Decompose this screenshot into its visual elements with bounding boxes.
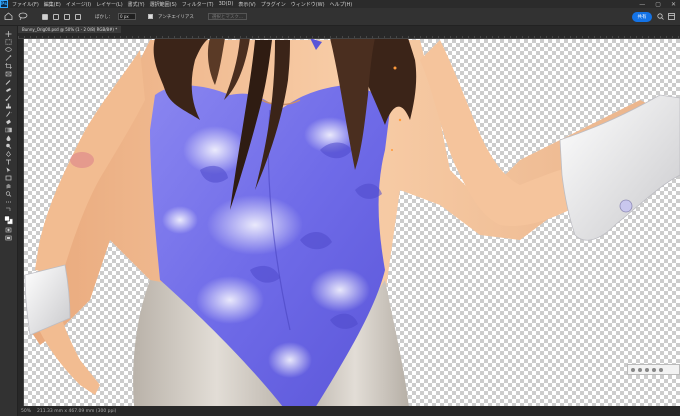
pen-icon[interactable]: [4, 151, 13, 158]
options-bar: ぼかし： 0 px アンチエイリアス 選択とマスク... 共有: [0, 8, 680, 26]
lasso-tool-preset-icon[interactable]: [18, 12, 28, 22]
close-button[interactable]: ✕: [671, 1, 676, 8]
minimize-button[interactable]: —: [639, 1, 645, 8]
feather-input[interactable]: 0 px: [118, 13, 136, 20]
document-tab[interactable]: Bunny_Orig00.psd @ 50% (1 - 2 0/8) RGB/8…: [18, 26, 122, 33]
brush-icon[interactable]: [4, 95, 13, 102]
more-icon[interactable]: [4, 199, 13, 206]
dodge-icon[interactable]: [4, 143, 13, 150]
zoom-level[interactable]: 50%: [21, 409, 31, 414]
menu-file[interactable]: ファイル(F): [12, 1, 39, 8]
search-icon[interactable]: [657, 13, 664, 22]
menu-view[interactable]: 表示(V): [238, 1, 255, 8]
stamp-icon[interactable]: [4, 103, 13, 110]
move-icon[interactable]: [4, 31, 13, 38]
photoshop-logo[interactable]: Ps: [0, 0, 8, 8]
menu-filter[interactable]: フィルター(T): [182, 1, 214, 8]
status-bar: 50% 211.33 mm x 467.09 mm (300 ppi): [18, 406, 680, 416]
document-canvas[interactable]: [24, 39, 680, 406]
artwork-illustration: [24, 39, 680, 406]
menu-select[interactable]: 選択範囲(S): [150, 1, 177, 8]
taskbar-option-icon[interactable]: [645, 367, 649, 372]
eraser-icon[interactable]: [4, 119, 13, 126]
new-selection-icon[interactable]: [42, 13, 48, 20]
swap-colors-icon[interactable]: [4, 207, 13, 214]
hand-icon[interactable]: [4, 183, 13, 190]
type-icon[interactable]: [4, 159, 13, 166]
add-selection-icon[interactable]: [53, 13, 59, 20]
document-tab-bar: Bunny_Orig00.psd @ 50% (1 - 2 0/8) RGB/8…: [18, 26, 680, 33]
magic-wand-icon[interactable]: [4, 55, 13, 62]
rectangle-icon[interactable]: [4, 175, 13, 182]
workspace-icon[interactable]: [668, 13, 675, 22]
document-info[interactable]: 211.33 mm x 467.09 mm (300 ppi): [37, 409, 116, 414]
gradient-icon[interactable]: [4, 127, 13, 134]
menu-window[interactable]: ウィンドウ(W): [291, 1, 325, 8]
healing-icon[interactable]: [4, 87, 13, 94]
antialias-label: アンチエイリアス: [158, 14, 194, 20]
color-swatches-icon[interactable]: [4, 215, 13, 225]
eyedropper-icon[interactable]: [4, 79, 13, 86]
menu-image[interactable]: イメージ(I): [66, 1, 91, 8]
menu-type[interactable]: 書式(Y): [128, 1, 145, 8]
taskbar-option-icon[interactable]: [652, 367, 656, 372]
blur-icon[interactable]: [4, 135, 13, 142]
taskbar-option-icon[interactable]: [638, 367, 642, 372]
select-and-mask-button[interactable]: 選択とマスク...: [207, 13, 248, 20]
maximize-button[interactable]: ▢: [655, 1, 661, 8]
window-controls: — ▢ ✕: [639, 0, 676, 8]
menu-plugins[interactable]: プラグイン: [261, 1, 286, 8]
share-button[interactable]: 共有: [632, 12, 652, 22]
feather-label: ぼかし：: [95, 14, 113, 20]
frame-icon[interactable]: [4, 71, 13, 78]
path-select-icon[interactable]: [4, 167, 13, 174]
crop-icon[interactable]: [4, 63, 13, 70]
menu-3d[interactable]: 3D(D): [219, 1, 234, 8]
menu-list: ファイル(F) 編集(E) イメージ(I) レイヤー(L) 書式(Y) 選択範囲…: [12, 1, 352, 8]
tools-panel: [0, 26, 18, 416]
screen-mode-icon[interactable]: [4, 235, 13, 242]
quick-mask-icon[interactable]: [4, 227, 13, 234]
marquee-icon[interactable]: [4, 39, 13, 46]
contextual-taskbar[interactable]: [627, 364, 680, 375]
menu-bar: Ps ファイル(F) 編集(E) イメージ(I) レイヤー(L) 書式(Y) 選…: [0, 0, 680, 8]
taskbar-option-icon[interactable]: [631, 367, 635, 372]
home-icon[interactable]: [4, 11, 13, 22]
history-brush-icon[interactable]: [4, 111, 13, 118]
antialias-checkbox[interactable]: [148, 14, 153, 19]
subtract-selection-icon[interactable]: [64, 13, 70, 20]
menu-edit[interactable]: 編集(E): [44, 1, 61, 8]
menu-help[interactable]: ヘルプ(H): [330, 1, 353, 8]
zoom-icon[interactable]: [4, 191, 13, 198]
intersect-selection-icon[interactable]: [75, 13, 81, 20]
lasso-icon[interactable]: [4, 47, 13, 54]
menu-layer[interactable]: レイヤー(L): [96, 1, 123, 8]
taskbar-option-icon[interactable]: [659, 367, 663, 372]
